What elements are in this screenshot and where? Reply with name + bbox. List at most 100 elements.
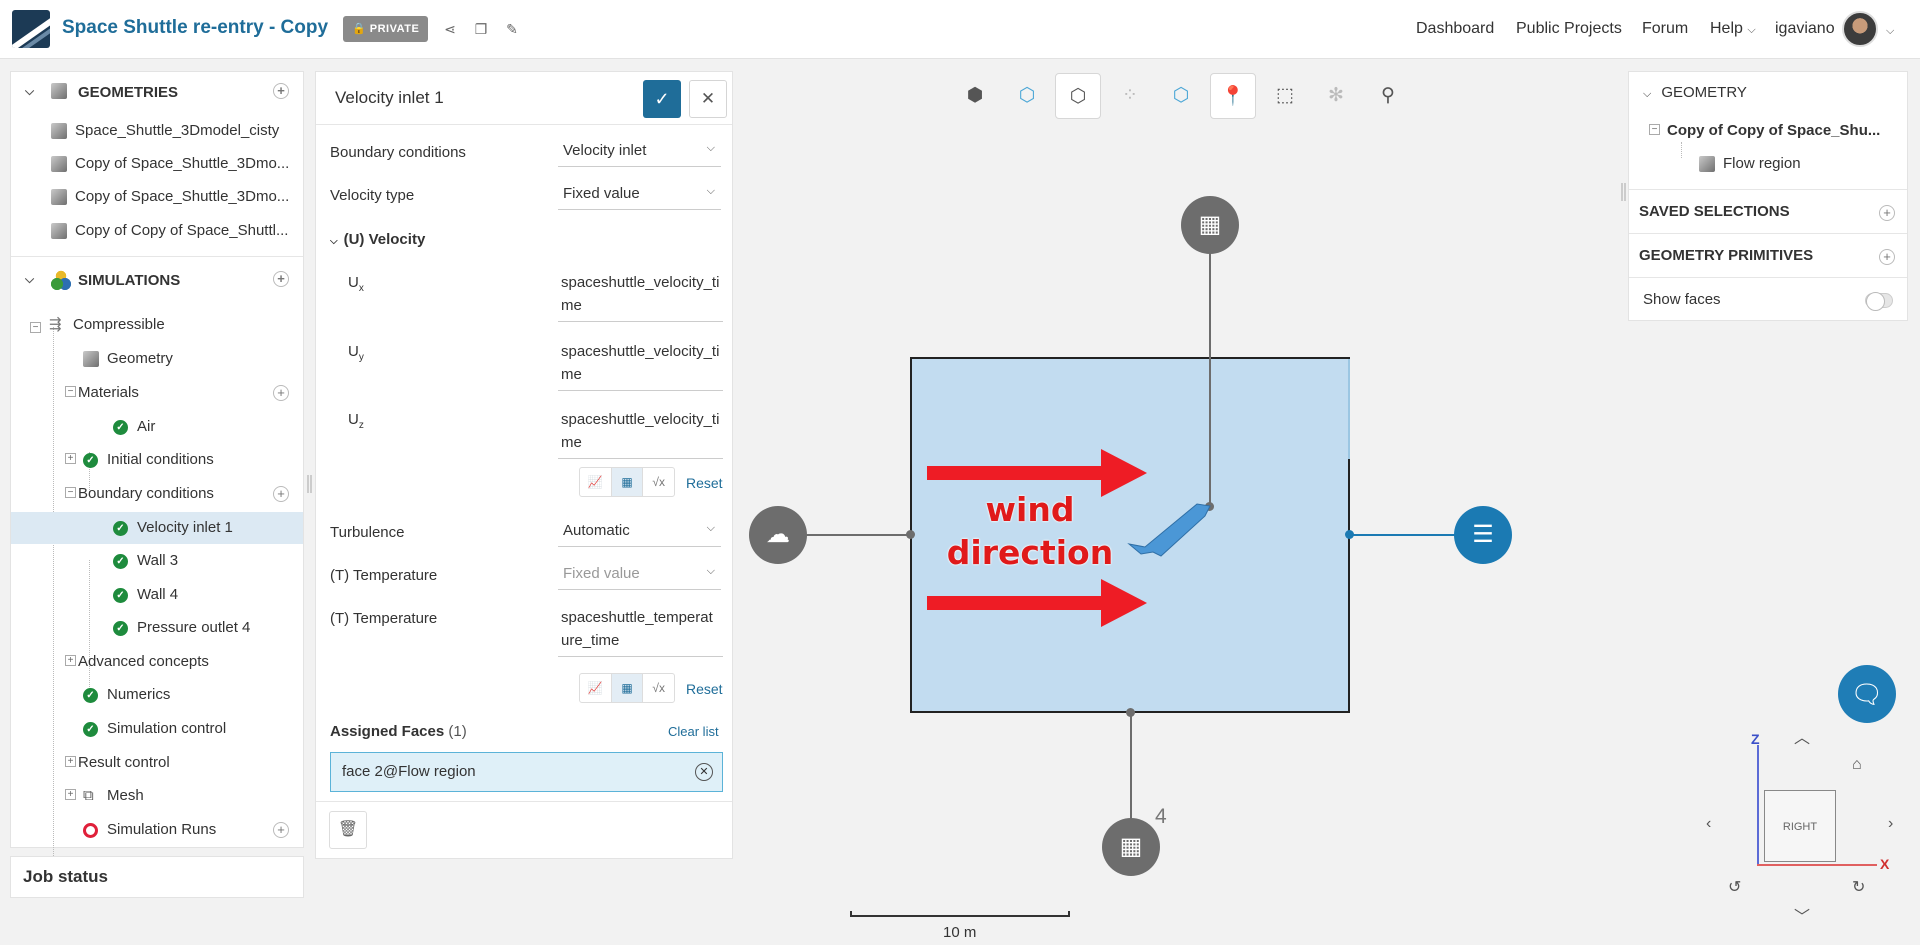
rotate-down-icon[interactable]: ﹀ (1794, 903, 1810, 927)
assigned-face-chip[interactable]: face 2@Flow region ✕ (330, 752, 723, 792)
tree-item-simulation-runs[interactable]: Simulation Runs (83, 814, 273, 846)
geometry-section-header[interactable]: ⌵ GEOMETRY (1629, 84, 1907, 101)
add-simulation-run-button[interactable]: + (273, 822, 289, 838)
nav-forum[interactable]: Forum (1642, 20, 1688, 38)
user-menu-chevron-icon[interactable]: ⌵ (1886, 21, 1894, 39)
chart-icon[interactable]: 📈 (580, 468, 612, 496)
transparent-view-icon[interactable]: ⬡ (1158, 73, 1204, 119)
nav-public-projects[interactable]: Public Projects (1516, 20, 1622, 38)
expand-toggle[interactable]: + (65, 756, 76, 767)
table-icon[interactable]: ▦ (611, 674, 644, 702)
geometry-item[interactable]: Copy of Space_Shuttle_3Dmo... (51, 148, 301, 180)
rotate-right-icon[interactable]: › (1888, 815, 1893, 833)
clear-list-link[interactable]: Clear list (668, 724, 719, 739)
formula-icon[interactable]: √x (643, 674, 674, 702)
tree-item-wall-4[interactable]: ✓ Wall 4 (113, 579, 298, 611)
tree-item-compressible[interactable]: ⇶ Compressible (49, 309, 299, 341)
close-button[interactable]: ✕ (689, 80, 727, 118)
velocity-inlet-node-icon[interactable]: ☁ (749, 506, 807, 564)
tree-item-result-control[interactable]: Result control (78, 747, 298, 779)
show-faces-toggle[interactable] (1865, 292, 1893, 311)
simulations-section-header[interactable]: ⌵ SIMULATIONS + (11, 260, 303, 300)
orientation-cube[interactable]: RIGHT (1764, 790, 1836, 862)
velocity-type-select[interactable]: Fixed value ⌵ (558, 178, 721, 210)
table-icon[interactable]: ▦ (611, 468, 644, 496)
panel-resize-handle[interactable] (307, 475, 312, 493)
geometry-root-item[interactable]: Copy of Copy of Space_Shu... (1667, 122, 1903, 139)
expand-toggle[interactable]: + (65, 655, 76, 666)
geometry-item[interactable]: Space_Shuttle_3Dmodel_cisty (51, 115, 301, 147)
edit-pencil-icon[interactable]: ✎ (503, 20, 521, 38)
geometry-item[interactable]: Copy of Copy of Space_Shuttl... (51, 215, 301, 247)
temperature-type-select[interactable]: Fixed value ⌵ (558, 558, 721, 590)
boundary-conditions-select[interactable]: Velocity inlet ⌵ (558, 135, 721, 167)
add-boundary-condition-button[interactable]: + (273, 486, 289, 502)
tree-item-wall-3[interactable]: ✓ Wall 3 (113, 545, 298, 577)
hide-icon[interactable]: ✻ (1313, 73, 1359, 119)
saved-selections-header[interactable]: SAVED SELECTIONS (1629, 203, 1907, 220)
tree-item-mesh[interactable]: ⧉ Mesh (83, 780, 298, 812)
solid-view-icon[interactable]: ⬡ (1004, 73, 1050, 119)
avatar[interactable] (1842, 11, 1878, 47)
tree-item-advanced-concepts[interactable]: Advanced concepts (78, 646, 298, 678)
remove-face-icon[interactable]: ✕ (695, 763, 713, 781)
formula-icon[interactable]: √x (643, 468, 674, 496)
confirm-button[interactable]: ✓ (643, 80, 681, 118)
user-name[interactable]: igaviano (1775, 20, 1835, 38)
add-saved-selection-button[interactable]: + (1879, 205, 1895, 221)
chat-support-button[interactable]: 🗨 (1838, 665, 1896, 723)
rotate-left-icon[interactable]: ‹ (1706, 815, 1711, 833)
tree-item-materials[interactable]: Materials (78, 377, 278, 409)
tree-item-simulation-control[interactable]: ✓ Simulation control (83, 713, 298, 745)
nav-dashboard[interactable]: Dashboard (1416, 20, 1494, 38)
wireframe-view-icon[interactable]: ⬡ (1055, 73, 1101, 119)
expand-toggle[interactable]: + (65, 453, 76, 464)
velocity-section-toggle[interactable]: ⌵ (U) Velocity (330, 231, 425, 248)
rotate-up-icon[interactable]: ︿ (1794, 724, 1810, 748)
share-icon[interactable]: ⋖ (441, 20, 459, 38)
tree-item-boundary-conditions[interactable]: Boundary conditions (78, 478, 278, 510)
box-select-icon[interactable]: ⬚ (1262, 73, 1308, 119)
copy-icon[interactable]: ❐ (472, 20, 490, 38)
tree-item-air[interactable]: ✓ Air (113, 411, 298, 443)
measure-icon[interactable]: ⚲ (1365, 73, 1411, 119)
collapse-toggle[interactable]: − (1649, 124, 1660, 135)
nav-help[interactable]: Help ⌵ (1710, 20, 1756, 38)
home-view-icon[interactable]: ⌂ (1852, 756, 1862, 774)
tree-item-numerics[interactable]: ✓ Numerics (83, 679, 298, 711)
project-title[interactable]: Space Shuttle re-entry - Copy (62, 17, 328, 39)
add-geometry-button[interactable]: + (273, 83, 289, 99)
expand-toggle[interactable]: + (65, 789, 76, 800)
space-shuttle-model[interactable] (1125, 502, 1215, 562)
panel-resize-handle[interactable] (1621, 183, 1626, 201)
geometries-section-header[interactable]: ⌵ GEOMETRIES + (11, 72, 303, 112)
tree-item-initial-conditions[interactable]: ✓ Initial conditions (83, 444, 298, 476)
ux-input[interactable]: spaceshuttle_velocity_time (558, 271, 723, 322)
tree-item-pressure-outlet-4[interactable]: ✓ Pressure outlet 4 (113, 612, 298, 644)
temperature-reset-link[interactable]: Reset (686, 681, 723, 697)
collapse-toggle[interactable]: − (30, 322, 41, 333)
chevron-down-icon[interactable]: ⌵ (25, 84, 34, 99)
add-simulation-button[interactable]: + (273, 271, 289, 287)
job-status-panel[interactable]: Job status (10, 856, 304, 898)
chevron-down-icon[interactable]: ⌵ (25, 272, 34, 287)
geometry-item[interactable]: Copy of Space_Shuttle_3Dmo... (51, 181, 301, 213)
chart-icon[interactable]: 📈 (580, 674, 612, 702)
add-geometry-primitive-button[interactable]: + (1879, 249, 1895, 265)
uy-input[interactable]: spaceshuttle_velocity_time (558, 340, 723, 391)
simscale-logo[interactable] (12, 10, 50, 48)
collapse-toggle[interactable]: − (65, 487, 76, 498)
collapse-toggle[interactable]: − (65, 386, 76, 397)
view-cube-icon[interactable]: ⬢ (952, 73, 998, 119)
add-material-button[interactable]: + (273, 385, 289, 401)
uz-input[interactable]: spaceshuttle_velocity_time (558, 408, 723, 459)
pin-icon[interactable]: 📍 (1210, 73, 1256, 119)
wall-node-icon[interactable]: ▦ (1181, 196, 1239, 254)
temperature-input[interactable]: spaceshuttle_temperature_time (558, 606, 723, 657)
turbulence-select[interactable]: Automatic ⌵ (558, 515, 721, 547)
flow-region-item[interactable]: Flow region (1699, 155, 1899, 173)
velocity-reset-link[interactable]: Reset (686, 475, 723, 491)
geometry-primitives-header[interactable]: GEOMETRY PRIMITIVES (1629, 247, 1907, 264)
rotate-ccw-icon[interactable]: ↺ (1728, 877, 1741, 897)
wall-4-node-icon[interactable]: ▦ (1102, 818, 1160, 876)
